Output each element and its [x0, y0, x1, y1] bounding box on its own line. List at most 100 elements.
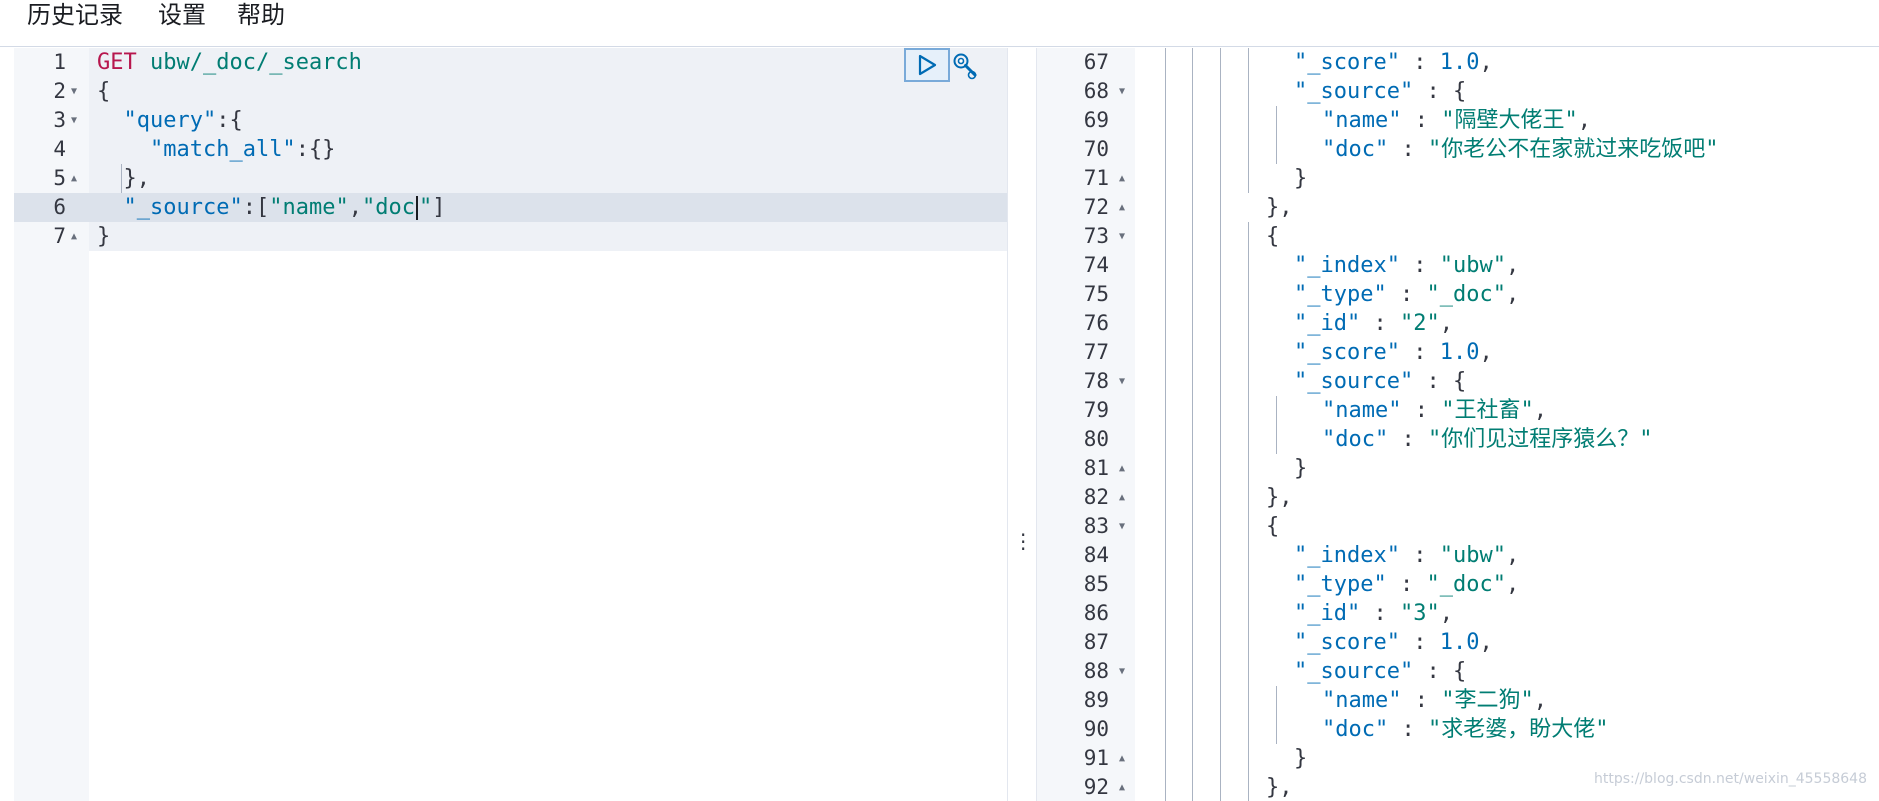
response-output[interactable]: 67 "_score" : 1.0, 68 ▼ "_source" : {69 "name…	[1037, 48, 1879, 801]
code-token: "你老公不在家就过来吃饭吧"	[1427, 137, 1719, 162]
code-token: ]	[432, 195, 446, 220]
line-number: 4	[53, 137, 66, 161]
code-token: },	[1266, 775, 1293, 800]
fold-arrow-down-icon[interactable]: ▼	[1119, 77, 1125, 106]
code-token: :{}	[295, 137, 336, 162]
code-token: ,	[1479, 630, 1493, 655]
fold-arrow-up-icon[interactable]: ▲	[71, 164, 77, 193]
code-line[interactable]: "_id" : "3",	[1294, 599, 1453, 628]
code-token: 1.0	[1439, 340, 1480, 365]
code-line[interactable]: GET ubw/_doc/_search	[97, 48, 362, 77]
code-token: "match_all"	[149, 137, 296, 162]
code-line[interactable]: {	[97, 77, 110, 106]
code-line[interactable]: "_source" : {	[1294, 657, 1466, 686]
fold-arrow-down-icon[interactable]: ▼	[1119, 367, 1125, 396]
fold-arrow-up-icon[interactable]: ▲	[1119, 483, 1125, 512]
code-token: :	[1401, 108, 1442, 133]
code-line[interactable]: },	[1266, 483, 1293, 512]
line-number: 76	[1083, 311, 1109, 335]
code-line[interactable]: "_index" : "ubw",	[1294, 541, 1519, 570]
indent-guide	[1192, 48, 1193, 801]
code-token: "求老婆，盼大佬"	[1427, 717, 1609, 742]
fold-arrow-up-icon[interactable]: ▲	[1119, 454, 1125, 483]
code-token: "doc	[361, 195, 415, 220]
code-line[interactable]: }	[1294, 164, 1307, 193]
code-line[interactable]: },	[1266, 193, 1293, 222]
fold-arrow-up-icon[interactable]: ▲	[1119, 164, 1125, 193]
indent-guide	[1248, 222, 1249, 512]
code-token: "_score"	[1294, 630, 1400, 655]
fold-arrow-up-icon[interactable]: ▲	[71, 222, 77, 251]
code-token: {	[1266, 224, 1280, 249]
code-token: "_type"	[1294, 572, 1387, 597]
code-line[interactable]: }	[1294, 454, 1307, 483]
code-line[interactable]: "_index" : "ubw",	[1294, 251, 1519, 280]
menu-help[interactable]: 帮助	[237, 0, 285, 30]
line-number: 2	[53, 79, 66, 103]
code-token: "_score"	[1294, 50, 1400, 75]
code-token: :	[1399, 50, 1440, 75]
code-line[interactable]: },	[1266, 773, 1293, 801]
fold-arrow-down-icon[interactable]: ▼	[1119, 222, 1125, 251]
line-number: 88	[1083, 659, 1109, 683]
code-token: }	[1294, 456, 1308, 481]
line-number: 89	[1083, 688, 1109, 712]
code-line[interactable]: "doc" : "你老公不在家就过来吃饭吧"	[1322, 135, 1718, 164]
line-number: 78	[1083, 369, 1109, 393]
code-token: "_score"	[1294, 340, 1400, 365]
indent-guide	[1220, 48, 1221, 801]
run-request-button[interactable]	[904, 48, 950, 82]
fold-arrow-down-icon[interactable]: ▼	[71, 106, 77, 135]
line-number: 74	[1083, 253, 1109, 277]
watermark: https://blog.csdn.net/weixin_45558648	[1593, 771, 1867, 787]
code-line[interactable]: "_type" : "_doc",	[1294, 280, 1519, 309]
request-settings-button[interactable]	[950, 50, 980, 82]
menu-history[interactable]: 历史记录	[27, 0, 123, 30]
code-line[interactable]: "_type" : "_doc",	[1294, 570, 1519, 599]
line-number: 67	[1083, 50, 1109, 74]
code-line[interactable]: {	[1266, 222, 1279, 251]
code-line[interactable]: }	[97, 222, 110, 251]
code-token: "_index"	[1294, 543, 1400, 568]
code-token: {	[1266, 514, 1280, 539]
menu-settings[interactable]: 设置	[158, 0, 206, 30]
text-caret	[415, 196, 418, 220]
code-token: ,	[1533, 688, 1547, 713]
code-line[interactable]: "match_all":{}	[97, 135, 335, 164]
code-line[interactable]: {	[1266, 512, 1279, 541]
code-line[interactable]: "name" : "李二狗",	[1322, 686, 1547, 715]
code-line[interactable]: "name" : "王社畜",	[1322, 396, 1547, 425]
code-line[interactable]: "_score" : 1.0,	[1294, 48, 1493, 77]
code-line[interactable]: "doc" : "求老婆，盼大佬"	[1322, 715, 1608, 744]
fold-arrow-up-icon[interactable]: ▲	[1119, 773, 1125, 801]
code-token: :	[1386, 282, 1427, 307]
line-number: 79	[1083, 398, 1109, 422]
code-line[interactable]: "doc" : "你们见过程序猿么？"	[1322, 425, 1652, 454]
code-token: :	[1401, 688, 1442, 713]
fold-arrow-down-icon[interactable]: ▼	[71, 77, 77, 106]
fold-arrow-up-icon[interactable]: ▲	[1119, 744, 1125, 773]
line-number: 3	[53, 108, 66, 132]
indent-guide	[1276, 396, 1277, 454]
code-line[interactable]: "_score" : 1.0,	[1294, 338, 1493, 367]
fold-arrow-up-icon[interactable]: ▲	[1119, 193, 1125, 222]
request-editor[interactable]: 1 GET ubw/_doc/_search 2 ▼ {3 ▼ "query":{4 "m…	[14, 48, 1008, 801]
code-line[interactable]: "_score" : 1.0,	[1294, 628, 1493, 657]
code-token: "你们见过程序猿么？"	[1427, 427, 1653, 452]
code-line[interactable]: "name" : "隔壁大佬王",	[1322, 106, 1591, 135]
code-token: ,	[1479, 50, 1493, 75]
pane-resizer[interactable]: · · ·	[1007, 48, 1037, 801]
code-line[interactable]: "_source":["name","doc "]	[97, 193, 445, 222]
code-token: }	[97, 224, 111, 249]
code-line[interactable]: "_id" : "2",	[1294, 309, 1453, 338]
code-line[interactable]: "_source" : {	[1294, 367, 1466, 396]
fold-arrow-down-icon[interactable]: ▼	[1119, 512, 1125, 541]
code-line[interactable]: "query":{	[97, 106, 243, 135]
fold-arrow-down-icon[interactable]: ▼	[1119, 657, 1125, 686]
code-line[interactable]: "_source" : {	[1294, 77, 1466, 106]
code-line[interactable]: },	[97, 164, 150, 193]
code-line[interactable]: }	[1294, 744, 1307, 773]
code-token: :	[1399, 253, 1440, 278]
